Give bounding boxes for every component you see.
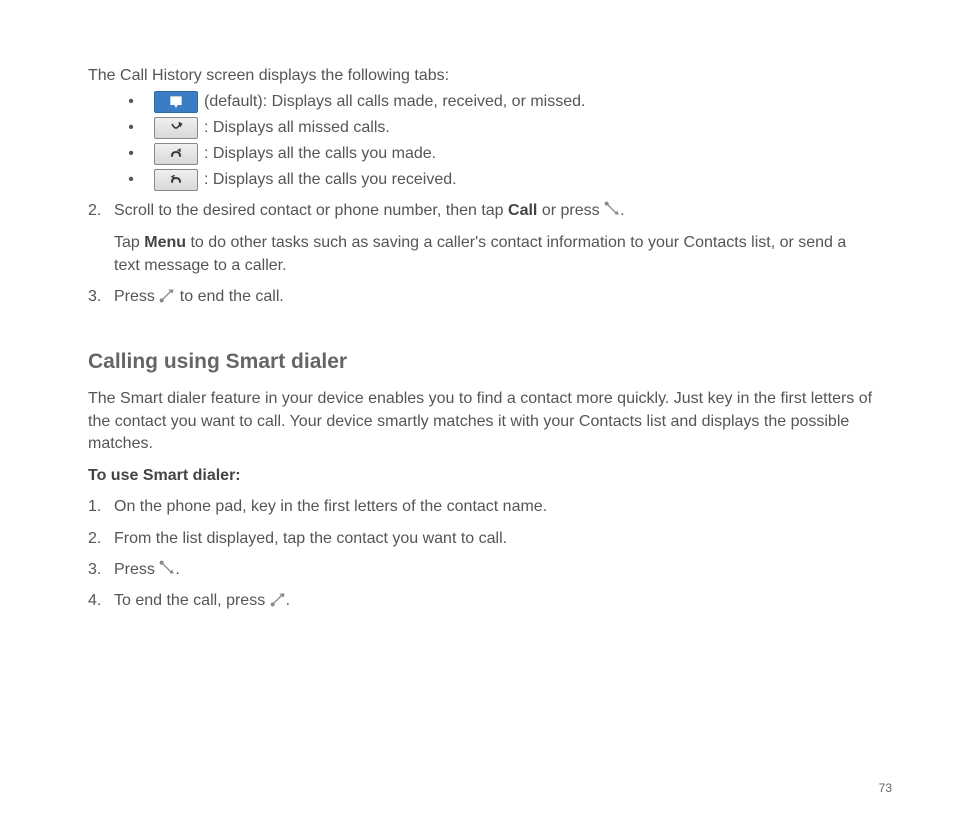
call-key-icon: [159, 560, 175, 574]
tab-desc: : Displays all the calls you made.: [204, 145, 436, 163]
menu-label: Menu: [144, 234, 186, 251]
page-number: 73: [879, 781, 892, 795]
tab-desc: : Displays all missed calls.: [204, 119, 390, 137]
step-text: to end the call.: [175, 288, 284, 305]
step-number: 3.: [88, 558, 114, 581]
step-text: Scroll to the desired contact or phone n…: [114, 202, 508, 219]
end-key-icon: [270, 591, 286, 605]
tab-item-missed: • : Displays all missed calls.: [126, 117, 874, 139]
step-number: 3.: [88, 285, 114, 308]
manual-page: The Call History screen displays the fol…: [0, 0, 954, 612]
step-text: or press: [537, 202, 604, 219]
outgoing-calls-icon: [154, 143, 198, 165]
end-key-icon: [159, 287, 175, 301]
tab-item-incoming: • : Displays all the calls you received.: [126, 169, 874, 191]
step-text: .: [620, 202, 624, 219]
howto-step-3: 3. Press .: [88, 558, 874, 581]
howto-step-4: 4. To end the call, press .: [88, 589, 874, 612]
section-heading: Calling using Smart dialer: [88, 350, 874, 374]
tab-item-outgoing: • : Displays all the calls you made.: [126, 143, 874, 165]
step-text: Tap: [114, 234, 144, 251]
tab-desc: (default): Displays all calls made, rece…: [204, 93, 585, 111]
step-text: Press: [114, 288, 159, 305]
step-number: 2.: [88, 527, 114, 550]
tab-desc: : Displays all the calls you received.: [204, 171, 457, 189]
step-text: .: [175, 561, 179, 578]
howto-step-1: 1. On the phone pad, key in the first le…: [88, 495, 874, 518]
step-text: to do other tasks such as saving a calle…: [114, 234, 846, 274]
step-3: 3. Press to end the call.: [88, 285, 874, 308]
step-2: 2. Scroll to the desired contact or phon…: [88, 199, 874, 277]
bullet-icon: •: [126, 120, 136, 136]
step-text: Press: [114, 561, 159, 578]
continued-steps: 2. Scroll to the desired contact or phon…: [88, 199, 874, 308]
all-calls-icon: [154, 91, 198, 113]
tab-item-all: • (default): Displays all calls made, re…: [126, 91, 874, 113]
bullet-icon: •: [126, 172, 136, 188]
incoming-calls-icon: [154, 169, 198, 191]
step-number: 2.: [88, 199, 114, 277]
call-label: Call: [508, 202, 537, 219]
step-text: .: [286, 592, 290, 609]
step-text: On the phone pad, key in the first lette…: [114, 495, 874, 518]
intro-text: The Call History screen displays the fol…: [88, 65, 874, 87]
tabs-list: • (default): Displays all calls made, re…: [126, 91, 874, 191]
bullet-icon: •: [126, 94, 136, 110]
call-key-icon: [604, 201, 620, 215]
missed-calls-icon: [154, 117, 198, 139]
step-number: 1.: [88, 495, 114, 518]
howto-step-2: 2. From the list displayed, tap the cont…: [88, 527, 874, 550]
step-number: 4.: [88, 589, 114, 612]
section-intro: The Smart dialer feature in your device …: [88, 388, 874, 455]
step-text: From the list displayed, tap the contact…: [114, 527, 874, 550]
step-text: To end the call, press: [114, 592, 270, 609]
bullet-icon: •: [126, 146, 136, 162]
howto-title: To use Smart dialer:: [88, 467, 874, 485]
howto-steps: 1. On the phone pad, key in the first le…: [88, 495, 874, 612]
